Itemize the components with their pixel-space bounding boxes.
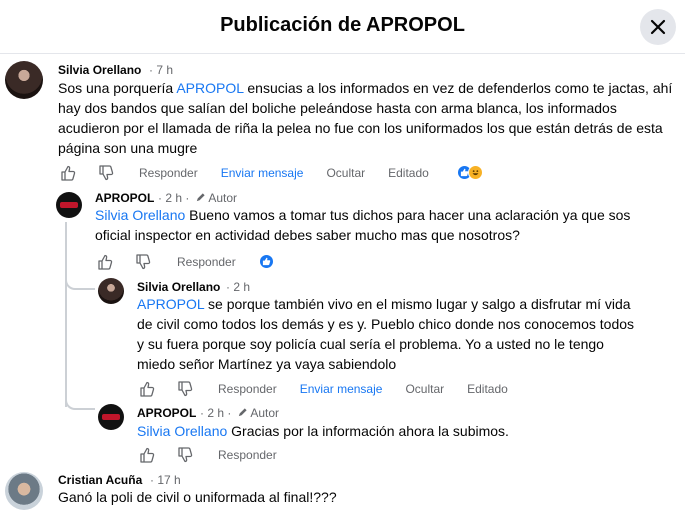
- dislike-icon[interactable]: [133, 252, 153, 272]
- comment-time: · 2 h · Autor: [158, 191, 237, 205]
- reply-button[interactable]: Responder: [139, 166, 198, 180]
- thread-line: [65, 222, 67, 407]
- hide-button[interactable]: Ocultar: [326, 166, 365, 180]
- comment-author[interactable]: Silvia Orellano: [58, 63, 141, 77]
- comment-text: Ganó la poli de civil o uniformada al fi…: [58, 489, 337, 505]
- close-icon: [650, 19, 666, 35]
- reply-button[interactable]: Responder: [218, 448, 277, 462]
- comment-mention[interactable]: APROPOL: [176, 80, 243, 96]
- like-reaction-icon: [259, 254, 274, 269]
- pen-icon: [238, 408, 247, 417]
- reply-button[interactable]: Responder: [218, 382, 277, 396]
- comment-time-text[interactable]: · 2 h ·: [158, 191, 189, 205]
- comment-mention[interactable]: APROPOL: [137, 296, 204, 312]
- comment-actions: Responder: [137, 445, 277, 465]
- comment-time[interactable]: · 17 h: [150, 473, 181, 487]
- comment-actions: Responder Enviar mensaje Ocultar Editado: [58, 163, 429, 183]
- like-icon[interactable]: [58, 163, 78, 183]
- pen-icon: [196, 193, 205, 202]
- comment-mention[interactable]: Silvia Orellano: [95, 207, 185, 223]
- comment-text: APROPOL se porque también vivo en el mis…: [137, 294, 642, 374]
- thread-connector: [65, 272, 95, 290]
- comment-mention[interactable]: Silvia Orellano: [137, 423, 227, 439]
- dialog-title: Publicación de APROPOL: [220, 14, 465, 36]
- comment-author[interactable]: APROPOL: [137, 406, 196, 420]
- comment-time: · 2 h · Autor: [200, 406, 279, 420]
- author-badge: Autor: [250, 406, 280, 420]
- comment-author[interactable]: Silvia Orellano: [137, 280, 220, 294]
- comment-text: Sos una porquería APROPOL ensucias a los…: [58, 78, 678, 158]
- comment-text-body: Gracias por la información ahora la subi…: [227, 423, 509, 439]
- author-badge: Autor: [208, 191, 238, 205]
- reactions[interactable]: [457, 165, 483, 180]
- comment-author[interactable]: Cristian Acuña: [58, 473, 142, 487]
- comment-time[interactable]: · 2 h: [226, 280, 250, 294]
- avatar[interactable]: [98, 404, 124, 430]
- dialog-header: Publicación de APROPOL: [0, 0, 685, 54]
- dislike-icon[interactable]: [96, 163, 116, 183]
- comment-actions: Responder: [95, 252, 236, 272]
- thread-connector: [65, 392, 95, 410]
- send-message-button[interactable]: Enviar mensaje: [300, 382, 383, 396]
- reply-button[interactable]: Responder: [177, 255, 236, 269]
- reactions[interactable]: [259, 254, 274, 269]
- comment-text-body: se porque también vivo en el mismo lugar…: [137, 296, 635, 372]
- avatar[interactable]: [98, 278, 124, 304]
- avatar[interactable]: [5, 472, 43, 510]
- comment-text-prefix: Sos una porquería: [58, 80, 177, 96]
- comment-actions: Responder Enviar mensaje Ocultar Editado: [137, 379, 508, 399]
- avatar[interactable]: [5, 61, 43, 99]
- comment-text: Silvia Orellano Gracias por la informaci…: [137, 421, 657, 441]
- close-button[interactable]: [640, 9, 676, 45]
- like-icon[interactable]: [95, 252, 115, 272]
- edited-label: Editado: [388, 166, 429, 180]
- send-message-button[interactable]: Enviar mensaje: [221, 166, 304, 180]
- comment-time[interactable]: · 7 h: [149, 63, 173, 77]
- comment-author[interactable]: APROPOL: [95, 191, 154, 205]
- edited-label: Editado: [467, 382, 508, 396]
- like-icon[interactable]: [137, 445, 157, 465]
- dislike-icon[interactable]: [175, 379, 195, 399]
- like-icon[interactable]: [137, 379, 157, 399]
- comment-text: Silvia Orellano Bueno vamos a tomar tus …: [95, 205, 655, 245]
- comment-time-text[interactable]: · 2 h ·: [200, 406, 231, 420]
- dislike-icon[interactable]: [175, 445, 195, 465]
- haha-reaction-icon: [468, 165, 483, 180]
- avatar[interactable]: [56, 192, 82, 218]
- hide-button[interactable]: Ocultar: [405, 382, 444, 396]
